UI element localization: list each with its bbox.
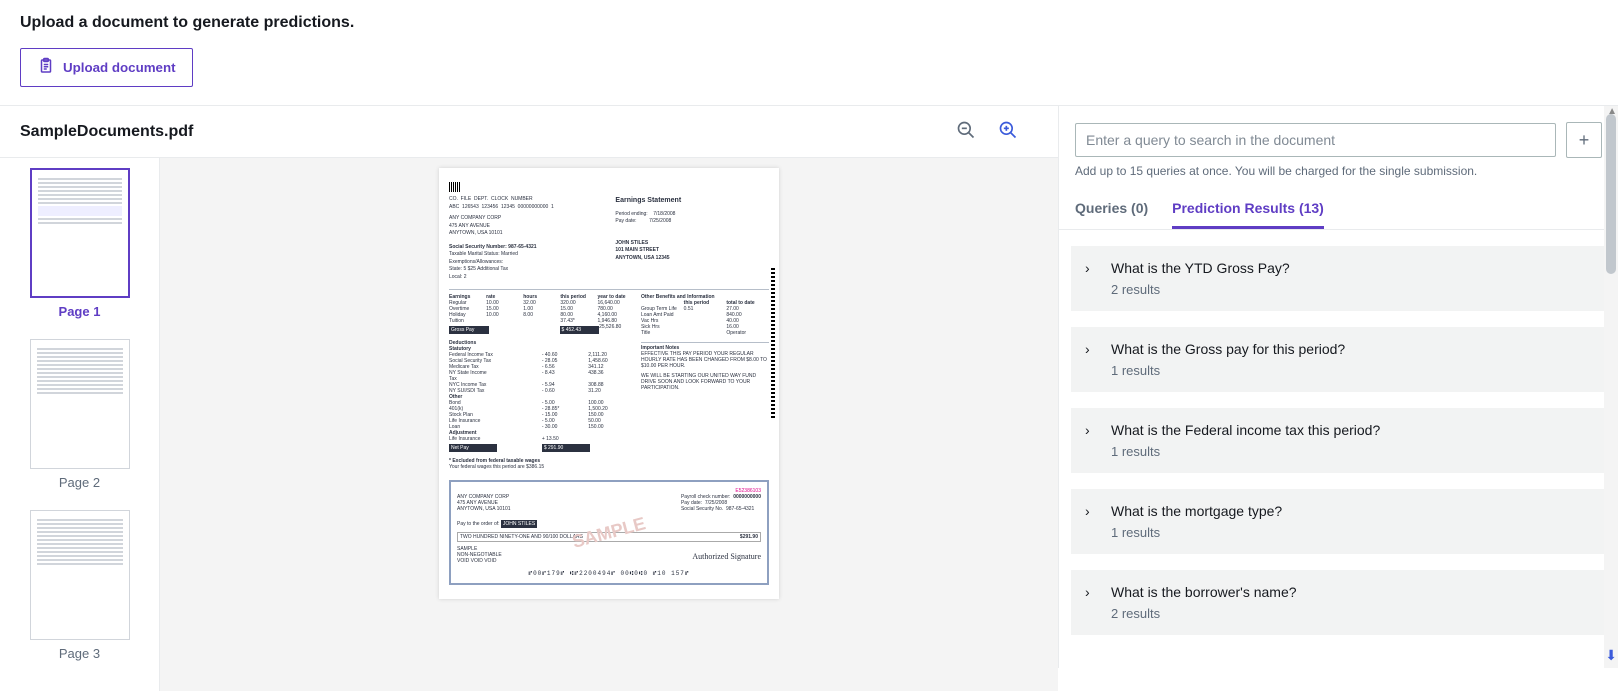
result-count: 2 results xyxy=(1111,606,1590,621)
result-item[interactable]: › What is the mortgage type? 1 results xyxy=(1071,489,1606,554)
thumb-label: Page 3 xyxy=(16,646,143,661)
chevron-right-icon: › xyxy=(1085,341,1090,357)
thumb-preview xyxy=(30,168,130,298)
result-question: What is the Federal income tax this peri… xyxy=(1111,422,1590,438)
document-viewer[interactable]: CO. FILE DEPT. CLOCK NUMBER ABC 126543 1… xyxy=(160,158,1058,691)
scroll-down-icon[interactable]: ⬇ xyxy=(1605,647,1617,664)
thumb-page-1[interactable]: Page 1 xyxy=(16,168,143,319)
chevron-right-icon: › xyxy=(1085,503,1090,519)
add-query-button[interactable]: + xyxy=(1566,122,1602,158)
result-item[interactable]: › What is the borrower's name? 2 results xyxy=(1071,570,1606,635)
document-name: SampleDocuments.pdf xyxy=(20,123,193,141)
result-count: 1 results xyxy=(1111,363,1590,378)
tab-queries[interactable]: Queries (0) xyxy=(1075,190,1148,229)
thumb-preview xyxy=(30,339,130,469)
result-question: What is the mortgage type? xyxy=(1111,503,1590,519)
zoom-out-button[interactable] xyxy=(956,120,976,143)
thumb-preview xyxy=(30,510,130,640)
query-input[interactable] xyxy=(1075,123,1556,157)
scrollbar-thumb[interactable] xyxy=(1606,114,1616,274)
chevron-right-icon: › xyxy=(1085,260,1090,276)
query-hint: Add up to 15 queries at once. You will b… xyxy=(1059,164,1618,190)
thumb-label: Page 1 xyxy=(16,304,143,319)
result-question: What is the YTD Gross Pay? xyxy=(1111,260,1590,276)
result-item[interactable]: › What is the YTD Gross Pay? 2 results xyxy=(1071,246,1606,311)
document-page: CO. FILE DEPT. CLOCK NUMBER ABC 126543 1… xyxy=(439,168,779,599)
zoom-in-icon xyxy=(998,128,1018,143)
zoom-in-button[interactable] xyxy=(998,120,1018,143)
clipboard-icon xyxy=(37,57,55,78)
result-item[interactable]: › What is the Federal income tax this pe… xyxy=(1071,408,1606,473)
plus-icon: + xyxy=(1579,130,1590,151)
result-question: What is the Gross pay for this period? xyxy=(1111,341,1590,357)
scrollbar[interactable]: ▲ ⬇ xyxy=(1604,106,1618,668)
thumbnail-panel: Page 1 Page 2 Page 3 xyxy=(0,158,160,691)
zoom-out-icon xyxy=(956,128,976,143)
result-count: 1 results xyxy=(1111,525,1590,540)
result-item[interactable]: › What is the Gross pay for this period?… xyxy=(1071,327,1606,392)
page-title: Upload a document to generate prediction… xyxy=(20,14,1598,32)
result-question: What is the borrower's name? xyxy=(1111,584,1590,600)
thumb-label: Page 2 xyxy=(16,475,143,490)
chevron-right-icon: › xyxy=(1085,422,1090,438)
result-count: 2 results xyxy=(1111,282,1590,297)
thumb-page-2[interactable]: Page 2 xyxy=(16,339,143,490)
chevron-right-icon: › xyxy=(1085,584,1090,600)
results-list: › What is the YTD Gross Pay? 2 results ›… xyxy=(1059,230,1618,668)
thumb-page-3[interactable]: Page 3 xyxy=(16,510,143,661)
upload-label: Upload document xyxy=(63,60,176,75)
result-count: 1 results xyxy=(1111,444,1590,459)
tab-results[interactable]: Prediction Results (13) xyxy=(1172,190,1324,229)
upload-document-button[interactable]: Upload document xyxy=(20,48,193,87)
